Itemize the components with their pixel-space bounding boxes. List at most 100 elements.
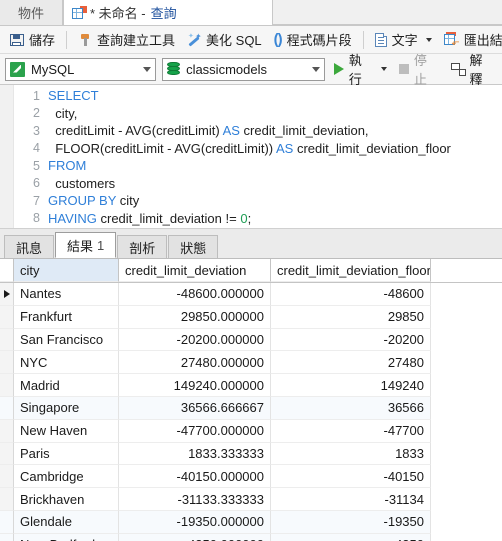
save-button[interactable]: 儲存 [4, 28, 61, 52]
cell-credit-limit-deviation[interactable]: -31133.333333 [119, 488, 271, 511]
cell-city[interactable]: NYC [14, 351, 119, 375]
cell-credit-limit-deviation[interactable]: -48600.000000 [119, 283, 271, 306]
cell-credit-limit-deviation[interactable]: 36566.666667 [119, 396, 271, 420]
query-builder-button[interactable]: 查詢建立工具 [72, 28, 181, 52]
cell-credit-limit-deviation[interactable]: 27480.000000 [119, 351, 271, 375]
column-header-credit-limit-deviation-floor[interactable]: credit_limit_deviation_floor [271, 259, 431, 282]
cell-credit-limit-deviation[interactable]: 29850.000000 [119, 305, 271, 329]
cell-city[interactable]: Glendale [14, 510, 119, 534]
table-row[interactable]: Paris 1833.333333 1833 [0, 442, 502, 466]
column-header-credit-limit-deviation[interactable]: credit_limit_deviation [119, 259, 271, 282]
mysql-icon [10, 61, 25, 77]
cell-city[interactable]: Brickhaven [14, 488, 119, 511]
table-row[interactable]: Frankfurt 29850.000000 29850 [0, 305, 502, 329]
cell-credit-limit-deviation-floor[interactable]: -20200 [271, 328, 431, 352]
editor-code-lines[interactable]: 1 SELECT 2 city, 3 creditLimit - AVG(credit… [0, 85, 502, 227]
row-marker[interactable] [0, 488, 14, 511]
tab-query[interactable]: * 未命名 - 查詢 [63, 0, 274, 25]
row-marker[interactable] [0, 533, 14, 541]
code-line[interactable]: 6 customers [0, 175, 502, 193]
cell-credit-limit-deviation-floor[interactable]: -31134 [271, 488, 431, 511]
row-marker[interactable] [0, 510, 14, 534]
row-marker[interactable] [0, 442, 14, 466]
result-tab-1[interactable]: 結果 1 [55, 232, 117, 258]
chevron-down-icon[interactable] [425, 37, 432, 42]
cell-credit-limit-deviation-floor[interactable]: 29850 [271, 305, 431, 329]
cell-credit-limit-deviation[interactable]: 149240.000000 [119, 374, 271, 397]
table-row[interactable]: Madrid 149240.000000 149240 [0, 374, 502, 397]
code-line[interactable]: 5 FROM [0, 157, 502, 175]
cell-city[interactable]: Madrid [14, 374, 119, 397]
cell-city[interactable]: New Haven [14, 419, 119, 443]
cell-city[interactable]: Singapore [14, 396, 119, 420]
cell-credit-limit-deviation[interactable]: 1833.333333 [119, 442, 271, 466]
code-line[interactable]: 3 creditLimit - AVG(creditLimit) AS cred… [0, 122, 502, 140]
line-number: 4 [33, 141, 40, 156]
sql-editor[interactable]: 1 SELECT 2 city, 3 creditLimit - AVG(credit… [0, 85, 502, 229]
cell-credit-limit-deviation[interactable]: -20200.000000 [119, 328, 271, 352]
cell-credit-limit-deviation[interactable]: 4350.000000 [119, 533, 271, 541]
cell-credit-limit-deviation-floor[interactable]: -19350 [271, 510, 431, 534]
cell-credit-limit-deviation-floor[interactable]: -48600 [271, 283, 431, 306]
cell-credit-limit-deviation-floor[interactable]: 27480 [271, 351, 431, 375]
row-marker[interactable] [0, 465, 14, 489]
table-row[interactable]: Brickhaven -31133.333333 -31134 [0, 488, 502, 511]
table-row[interactable]: NYC 27480.000000 27480 [0, 351, 502, 375]
connection-select[interactable]: MySQL [5, 57, 157, 81]
results-grid[interactable]: city credit_limit_deviation credit_limit… [0, 259, 502, 541]
cell-city[interactable]: Cambridge [14, 465, 119, 489]
cell-credit-limit-deviation-floor[interactable]: 36566 [271, 396, 431, 420]
code-line[interactable]: 2 city, [0, 105, 502, 123]
code-line-text: customers [48, 176, 115, 191]
chevron-down-icon[interactable] [311, 66, 320, 72]
cell-credit-limit-deviation-floor[interactable]: -40150 [271, 465, 431, 489]
table-row[interactable]: Glendale -19350.000000 -19350 [0, 510, 502, 534]
explain-button-label: 解釋 [469, 53, 483, 87]
text-format-button[interactable]: 文字 [369, 28, 438, 52]
cell-credit-limit-deviation[interactable]: -47700.000000 [119, 419, 271, 443]
cell-credit-limit-deviation-floor[interactable]: 4350 [271, 533, 431, 541]
row-marker[interactable] [0, 374, 14, 397]
database-select[interactable]: classicmodels [162, 57, 325, 81]
cell-credit-limit-deviation[interactable]: -19350.000000 [119, 510, 271, 534]
row-marker[interactable] [0, 351, 14, 375]
cell-city[interactable]: Nantes [14, 283, 119, 306]
code-line[interactable]: 4 FLOOR(creditLimit - AVG(creditLimit)) … [0, 140, 502, 158]
chevron-down-icon[interactable] [380, 67, 387, 71]
row-marker[interactable] [0, 283, 14, 306]
cell-credit-limit-deviation-floor[interactable]: 1833 [271, 442, 431, 466]
code-snippet-button[interactable]: () 程式碼片段 [268, 28, 358, 52]
code-line[interactable]: 8 HAVING credit_limit_deviation != 0; [0, 210, 502, 228]
table-row[interactable]: New Haven -47700.000000 -47700 [0, 419, 502, 443]
result-tab-2[interactable]: 剖析 [117, 235, 168, 258]
tab-query-label-prefix: * 未命名 - [90, 6, 146, 21]
table-row[interactable]: San Francisco -20200.000000 -20200 [0, 328, 502, 352]
result-tab-0[interactable]: 訊息 [4, 235, 55, 258]
results-grid-body[interactable]: Nantes -48600.000000 -48600 Frankfurt 29850.… [0, 283, 502, 541]
beautify-sql-button[interactable]: ✦ ✦ 美化 SQL [181, 28, 268, 52]
cell-city[interactable]: San Francisco [14, 328, 119, 352]
cell-city[interactable]: Paris [14, 442, 119, 466]
cell-city[interactable]: New Bedford [14, 533, 119, 541]
cell-city[interactable]: Frankfurt [14, 305, 119, 329]
table-row[interactable]: Nantes -48600.000000 -48600 [0, 283, 502, 306]
cell-credit-limit-deviation-floor[interactable]: -47700 [271, 419, 431, 443]
export-results-button[interactable]: ⬐ 匯出結果 [438, 28, 502, 52]
row-marker[interactable] [0, 328, 14, 352]
tab-objects[interactable]: 物件 [0, 0, 64, 25]
explain-button[interactable]: 解釋 [448, 50, 498, 88]
code-line[interactable]: 7 GROUP BY city [0, 192, 502, 210]
row-marker[interactable] [0, 419, 14, 443]
cell-credit-limit-deviation[interactable]: -40150.000000 [119, 465, 271, 489]
cell-credit-limit-deviation-floor[interactable]: 149240 [271, 374, 431, 397]
execute-button[interactable]: 執行 [331, 50, 390, 88]
row-marker[interactable] [0, 396, 14, 420]
column-header-city[interactable]: city [14, 259, 119, 282]
chevron-down-icon[interactable] [143, 66, 152, 72]
table-row[interactable]: New Bedford4350.0000004350 [0, 533, 502, 541]
table-row[interactable]: Cambridge -40150.000000 -40150 [0, 465, 502, 489]
table-row[interactable]: Singapore 36566.666667 36566 [0, 396, 502, 420]
result-tab-3[interactable]: 狀態 [168, 235, 219, 258]
code-line[interactable]: 1 SELECT [0, 87, 502, 105]
row-marker[interactable] [0, 305, 14, 329]
